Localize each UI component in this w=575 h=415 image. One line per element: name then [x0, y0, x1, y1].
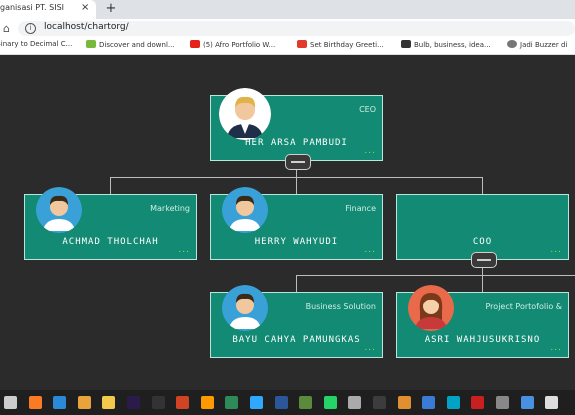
- avatar-male-icon: [222, 285, 268, 331]
- bookmarks-bar: Binary to Decimal C... Discover and down…: [0, 38, 575, 55]
- connector-line: [296, 177, 297, 194]
- more-options-icon[interactable]: ...: [550, 343, 562, 353]
- collapse-toggle[interactable]: [285, 154, 311, 170]
- node-title: Business Solution: [305, 302, 376, 311]
- home-icon[interactable]: ⌂: [3, 22, 10, 35]
- app-cyan-icon[interactable]: [446, 396, 460, 409]
- connector-line: [482, 177, 483, 194]
- app-u-icon[interactable]: [225, 396, 239, 409]
- bookmark-item[interactable]: Jadi Buzzer di: [507, 40, 567, 49]
- bulb-icon: [401, 40, 411, 48]
- camera-icon[interactable]: [151, 396, 165, 409]
- youtube-icon: [190, 40, 200, 48]
- vscode-icon[interactable]: [53, 396, 67, 409]
- node-name: ACHMAD THOLCHAH: [62, 237, 159, 247]
- node-title: Project Portofolio &: [485, 302, 563, 311]
- whatsapp-icon[interactable]: [323, 396, 337, 409]
- bookmark-item[interactable]: Bulb, business, idea...: [401, 40, 491, 49]
- avatar-male-icon: [36, 187, 82, 233]
- app-icon: [297, 40, 307, 48]
- close-icon[interactable]: ×: [81, 2, 89, 13]
- app-orange-icon[interactable]: [397, 396, 411, 409]
- explorer-icon[interactable]: [102, 396, 116, 409]
- app-blue2-icon[interactable]: [520, 396, 534, 409]
- avatar-male-icon: [219, 88, 271, 140]
- illustrator-icon[interactable]: [200, 396, 214, 409]
- powerpoint-icon[interactable]: [176, 396, 190, 409]
- photoshop-icon[interactable]: [250, 396, 263, 409]
- bookmark-item[interactable]: Discover and downl...: [86, 40, 175, 49]
- address-bar: ⌂ i localhost/chartorg/: [0, 19, 575, 38]
- app-arrow-icon[interactable]: [348, 396, 362, 409]
- chrome-icon[interactable]: [77, 396, 91, 409]
- node-name: HER ARSA PAMBUDI: [245, 138, 348, 148]
- info-icon[interactable]: i: [25, 23, 36, 34]
- org-chart: CEO HER ARSA PAMBUDI ... Marketing ACHMA…: [0, 55, 575, 390]
- node-name: ASRI WAHJUSUKRISNO: [424, 335, 541, 345]
- node-title: Marketing: [150, 204, 190, 213]
- globe-icon: [507, 40, 517, 48]
- more-options-icon[interactable]: ...: [178, 245, 190, 255]
- connector-line: [110, 177, 111, 194]
- app-green-icon[interactable]: [299, 396, 313, 409]
- xampp-icon[interactable]: [28, 396, 42, 409]
- org-node-coo[interactable]: COO ...: [396, 194, 569, 260]
- terminal-icon[interactable]: [373, 396, 386, 409]
- more-options-icon[interactable]: ...: [550, 245, 562, 255]
- bookmark-item[interactable]: (5) Afro Portfolio W...: [190, 40, 275, 49]
- connector-line: [482, 275, 483, 292]
- task-view-icon[interactable]: [4, 396, 17, 409]
- px-icon: [86, 40, 96, 48]
- more-options-icon[interactable]: ...: [364, 146, 376, 156]
- browser-tab[interactable]: ganisasi PT. SISI ×: [0, 0, 96, 19]
- connector-line: [296, 275, 297, 292]
- bookmark-item[interactable]: Set Birthday Greeti...: [297, 40, 384, 49]
- app-blue-icon[interactable]: [422, 396, 436, 409]
- browser-tab-bar: ganisasi PT. SISI × +: [0, 0, 575, 19]
- url-field[interactable]: i localhost/chartorg/: [18, 21, 575, 36]
- tab-title: ganisasi PT. SISI: [0, 3, 64, 12]
- bookmark-item[interactable]: Binary to Decimal C...: [0, 40, 72, 48]
- app-red-icon[interactable]: [471, 396, 485, 409]
- collapse-toggle[interactable]: [471, 252, 497, 268]
- node-name: BAYU CAHYA PAMUNGKAS: [232, 335, 361, 345]
- new-tab-button[interactable]: +: [104, 2, 118, 16]
- more-options-icon[interactable]: ...: [364, 343, 376, 353]
- node-title: Finance: [345, 204, 376, 213]
- taskbar: [0, 390, 575, 415]
- node-title: CEO: [359, 105, 376, 114]
- url-text: localhost/chartorg/: [44, 22, 129, 32]
- more-options-icon[interactable]: ...: [364, 245, 376, 255]
- premiere-icon[interactable]: [127, 396, 140, 409]
- avatar-female-icon: [408, 285, 454, 331]
- connector-line: [296, 275, 575, 276]
- avatar-male-icon: [222, 187, 268, 233]
- app-gray-icon[interactable]: [496, 396, 509, 409]
- app-white-icon[interactable]: [545, 396, 559, 409]
- node-name: HERRY WAHYUDI: [254, 237, 339, 247]
- node-name: COO: [472, 237, 493, 247]
- word-icon[interactable]: [274, 396, 288, 409]
